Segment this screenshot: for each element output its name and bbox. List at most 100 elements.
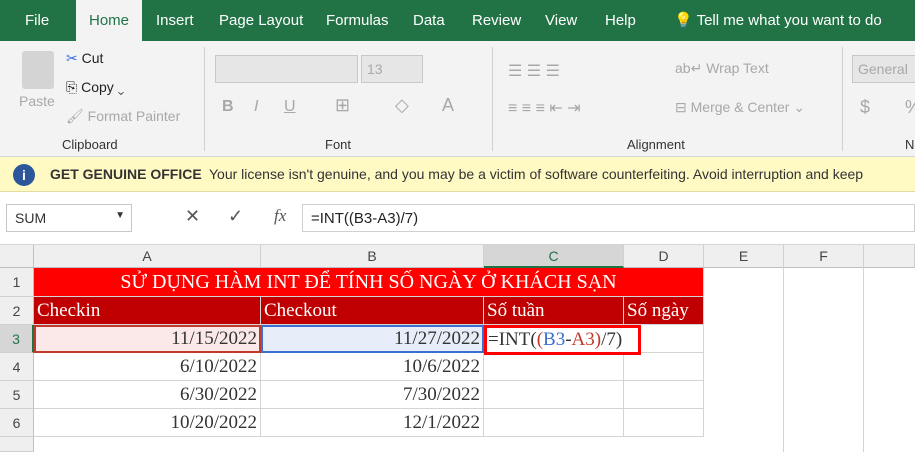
scissors-icon: ✂ <box>66 50 78 66</box>
cell-a5[interactable]: 6/30/2022 <box>34 381 261 409</box>
formula-bar: SUM ▼ ✕ ✓ fx =INT((B3-A3)/7) <box>0 192 915 245</box>
wrap-text-button[interactable]: ab↵ Wrap Text <box>675 60 769 77</box>
enter-check-icon[interactable]: ✓ <box>228 206 243 227</box>
divider <box>492 47 493 151</box>
formula-input[interactable]: =INT((B3-A3)/7) <box>302 204 915 232</box>
header-cell-checkin[interactable]: Checkin <box>34 297 261 325</box>
info-icon: i <box>13 164 35 186</box>
cell-b6[interactable]: 12/1/2022 <box>261 409 484 437</box>
cell-d6[interactable] <box>624 409 704 437</box>
tab-page-layout[interactable]: Page Layout <box>207 0 315 41</box>
column-header-e[interactable]: E <box>704 245 784 268</box>
row-header-4[interactable]: 4 <box>0 353 34 381</box>
number-format-select[interactable]: General <box>852 55 915 83</box>
row-header-2[interactable]: 2 <box>0 297 34 325</box>
row-header-1[interactable]: 1 <box>0 268 34 297</box>
cell-c6[interactable] <box>484 409 624 437</box>
row-header-3[interactable]: 3 <box>0 325 34 353</box>
row-header-6[interactable]: 6 <box>0 409 34 437</box>
align-left-icon[interactable]: ≡ ≡ ≡ ⇤ ⇥ <box>508 98 581 118</box>
cell-d5[interactable] <box>624 381 704 409</box>
paste-icon <box>22 51 54 89</box>
cell-b3[interactable]: 11/27/2022 <box>261 325 484 353</box>
tab-help[interactable]: Help <box>593 0 648 41</box>
header-cell-weeks[interactable]: Số tuần <box>484 297 624 325</box>
merge-icon: ⊟ <box>675 99 687 115</box>
name-box[interactable]: SUM ▼ <box>6 204 132 232</box>
group-clipboard: Clipboard <box>62 137 118 152</box>
wrap-text-label: Wrap Text <box>706 60 769 76</box>
italic-button[interactable]: I <box>254 98 258 116</box>
formula-part: =INT( <box>488 329 537 350</box>
copy-button[interactable]: ⎘ Copy ⌄ <box>66 79 124 96</box>
cell-c4[interactable] <box>484 353 624 381</box>
format-painter-button[interactable]: 🖌 Format Painter <box>66 108 180 125</box>
merge-center-button[interactable]: ⊟ Merge & Center ⌄ <box>675 99 805 116</box>
cell-c3-editing[interactable]: =INT((B3-A3)/7) <box>484 325 641 355</box>
ribbon-tabs: File Home Insert Page Layout Formulas Da… <box>0 0 915 41</box>
divider <box>204 47 205 151</box>
percent-button[interactable]: % <box>905 97 915 118</box>
row-header-7[interactable] <box>0 437 34 452</box>
tab-view[interactable]: View <box>533 0 589 41</box>
group-alignment: Alignment <box>627 137 685 152</box>
tell-me-box[interactable]: 💡 Tell me what you want to do <box>662 0 894 41</box>
currency-button[interactable]: $ <box>860 97 870 118</box>
cut-button[interactable]: ✂ Cut <box>66 50 103 67</box>
underline-button[interactable]: U <box>284 98 296 116</box>
genuine-office-banner: i GET GENUINE OFFICE Your license isn't … <box>0 157 915 192</box>
title-cell[interactable]: SỬ DỤNG HÀM INT ĐỂ TÍNH SỐ NGÀY Ở KHÁCH … <box>34 268 704 297</box>
borders-icon[interactable]: ⊞ <box>335 95 350 116</box>
brush-icon: 🖌 <box>66 108 84 124</box>
tab-data[interactable]: Data <box>401 0 457 41</box>
ribbon: Paste ✂ Cut ⎘ Copy ⌄ 🖌 Format Painter Cl… <box>0 41 915 157</box>
column-header-b[interactable]: B <box>261 245 484 268</box>
column-header-f[interactable]: F <box>784 245 864 268</box>
cell-c5[interactable] <box>484 381 624 409</box>
cancel-icon[interactable]: ✕ <box>185 206 200 227</box>
group-font: Font <box>325 137 352 152</box>
tab-formulas[interactable]: Formulas <box>314 0 401 41</box>
fill-color-icon[interactable]: ◇ <box>395 95 409 116</box>
formula-part: /7) <box>601 329 623 350</box>
divider <box>842 47 843 151</box>
column-header-c[interactable]: C <box>484 245 624 268</box>
font-color-icon[interactable]: A <box>442 95 454 116</box>
lightbulb-icon: 💡 <box>674 12 693 29</box>
copy-icon: ⎘ <box>66 79 78 95</box>
cut-label: Cut <box>81 50 104 66</box>
copy-label: Copy <box>81 79 114 95</box>
tab-insert[interactable]: Insert <box>144 0 206 41</box>
tab-home[interactable]: Home <box>76 0 143 41</box>
bold-button[interactable]: B <box>222 98 234 116</box>
column-header-d[interactable]: D <box>624 245 704 268</box>
insert-function-button[interactable]: fx <box>274 206 286 226</box>
align-top-icon[interactable]: ☰ ☰ ☰ <box>508 61 560 81</box>
format-painter-label: Format Painter <box>87 108 181 124</box>
font-name-select[interactable] <box>215 55 358 83</box>
header-cell-checkout[interactable]: Checkout <box>261 297 484 325</box>
cell-a3[interactable]: 11/15/2022 <box>34 325 261 353</box>
header-cell-days[interactable]: Số ngày <box>624 297 704 325</box>
cell-d4[interactable] <box>624 353 704 381</box>
font-size-select[interactable]: 13 <box>361 55 423 83</box>
cell-a4[interactable]: 6/10/2022 <box>34 353 261 381</box>
column-header-a[interactable]: A <box>34 245 261 268</box>
formula-ref-a3: A3 <box>571 329 595 350</box>
cell-b4[interactable]: 10/6/2022 <box>261 353 484 381</box>
cell-a6[interactable]: 10/20/2022 <box>34 409 261 437</box>
formula-ref-b3: B3 <box>543 329 566 350</box>
column-header-g[interactable] <box>864 245 915 268</box>
tab-review[interactable]: Review <box>460 0 533 41</box>
tab-file[interactable]: File <box>13 0 61 41</box>
paste-button[interactable]: Paste <box>19 93 55 109</box>
chevron-down-icon: ▼ <box>115 210 125 221</box>
wrap-text-icon: ab↵ <box>675 60 703 76</box>
name-box-value: SUM <box>15 210 47 226</box>
gridlines <box>704 268 915 452</box>
tell-me-text: Tell me what you want to do <box>696 12 882 29</box>
row-header-5[interactable]: 5 <box>0 381 34 409</box>
group-number: N <box>905 137 915 152</box>
select-all-button[interactable] <box>0 245 34 268</box>
cell-b5[interactable]: 7/30/2022 <box>261 381 484 409</box>
